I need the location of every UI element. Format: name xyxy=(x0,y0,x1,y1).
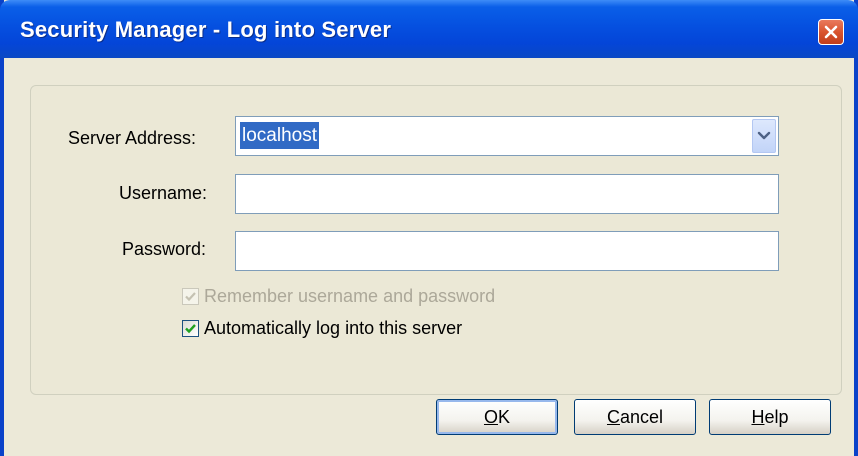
server-address-combobox[interactable]: localhost xyxy=(235,116,779,156)
ok-button-label: K xyxy=(498,407,511,427)
remember-credentials-row: Remember username and password xyxy=(182,285,495,307)
remember-credentials-checkbox xyxy=(182,287,199,305)
help-button[interactable]: Help xyxy=(709,399,831,435)
help-button-label: elp xyxy=(764,407,789,427)
server-address-dropdown-button[interactable] xyxy=(752,119,776,153)
username-input[interactable] xyxy=(235,174,779,214)
auto-login-checkbox[interactable] xyxy=(182,319,199,337)
username-label: Username: xyxy=(119,183,208,203)
server-address-value: localhost xyxy=(240,122,319,149)
password-label: Password: xyxy=(122,239,207,259)
window-title: Security Manager - Log into Server xyxy=(20,17,392,42)
ok-button-mnemonic: O xyxy=(483,407,498,427)
server-address-label: Server Address: xyxy=(68,128,197,148)
checkmark-icon xyxy=(185,323,196,333)
chevron-down-icon xyxy=(757,131,771,140)
help-button-mnemonic: H xyxy=(751,407,765,427)
cancel-button[interactable]: Cancel xyxy=(574,399,696,435)
close-icon xyxy=(824,25,838,39)
close-button[interactable] xyxy=(818,19,844,45)
auto-login-row[interactable]: Automatically log into this server xyxy=(182,317,462,339)
cancel-button-mnemonic: C xyxy=(606,407,620,427)
cancel-button-label: ancel xyxy=(619,407,664,427)
title-bar[interactable]: Security Manager - Log into Server xyxy=(0,0,858,58)
dialog-body: Server Address: localhost Username: Pass… xyxy=(4,58,854,456)
auto-login-label[interactable]: Automatically log into this server xyxy=(204,318,462,339)
password-input[interactable] xyxy=(235,231,779,271)
checkmark-icon xyxy=(185,291,196,301)
remember-credentials-label: Remember username and password xyxy=(204,285,496,306)
dialog-window: Security Manager - Log into Server Serve… xyxy=(0,0,858,456)
ok-button[interactable]: OK xyxy=(436,399,558,435)
